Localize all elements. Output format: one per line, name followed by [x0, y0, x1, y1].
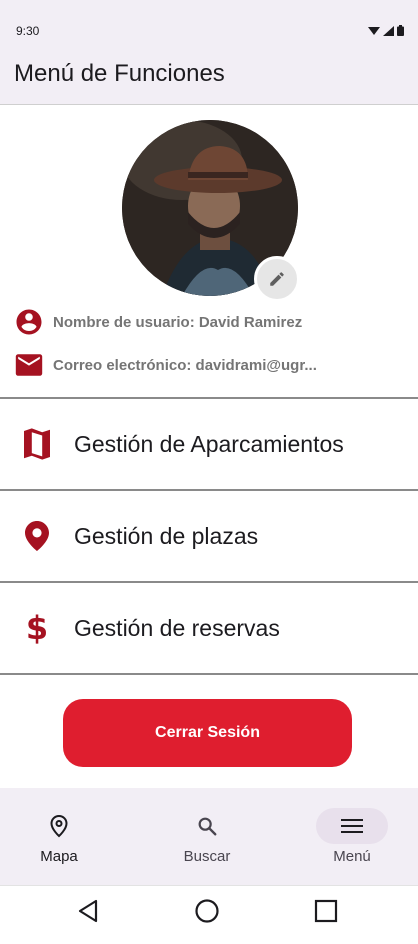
status-time: 9:30	[16, 24, 40, 38]
divider	[0, 673, 418, 675]
menu-item-label: Gestión de plazas	[74, 522, 259, 549]
recents-icon[interactable]	[311, 896, 341, 926]
menu-item-reservations-management[interactable]: $ Gestión de reservas	[0, 581, 418, 673]
system-navigation-bar	[0, 885, 418, 944]
logout-button[interactable]: Cerrar Sesión	[63, 699, 352, 767]
email-text: Correo electrónico: davidrami@ugr...	[53, 356, 317, 374]
email-row: Correo electrónico: davidrami@ugr...	[14, 353, 317, 377]
nav-item-menu[interactable]: Menú	[297, 808, 407, 865]
pencil-icon	[270, 272, 284, 286]
username-row: Nombre de usuario: David Ramirez	[14, 307, 302, 337]
app-bar: Menú de Funciones	[0, 48, 418, 105]
menu-item-label: Gestión de Aparcamientos	[74, 430, 344, 457]
dollar-icon: $	[25, 609, 49, 647]
search-icon	[171, 808, 243, 844]
nav-label: Menú	[333, 848, 371, 865]
location-pin-icon	[0, 521, 74, 551]
status-icons	[368, 25, 404, 36]
nav-label: Mapa	[40, 848, 78, 865]
profile-avatar-container	[122, 120, 300, 302]
page-title: Menú de Funciones	[14, 60, 225, 87]
battery-icon	[397, 25, 404, 36]
nav-item-buscar[interactable]: Buscar	[152, 808, 262, 865]
signal-icon	[383, 25, 394, 36]
home-icon[interactable]	[192, 896, 222, 926]
map-icon	[0, 428, 74, 460]
wifi-icon	[368, 26, 380, 35]
location-pin-outline-icon	[23, 808, 95, 844]
menu-item-parking-management[interactable]: Gestión de Aparcamientos	[0, 397, 418, 489]
username-text: Nombre de usuario: David Ramirez	[53, 313, 303, 331]
account-circle-icon	[16, 309, 42, 335]
hamburger-menu-icon	[316, 808, 388, 844]
menu-item-label: Gestión de reservas	[74, 614, 280, 641]
nav-item-mapa[interactable]: Mapa	[4, 808, 114, 865]
menu-item-spaces-management[interactable]: Gestión de plazas	[0, 489, 418, 581]
bottom-navigation: Mapa Buscar Menú	[0, 788, 418, 885]
mail-icon	[15, 354, 43, 376]
edit-avatar-button[interactable]	[254, 256, 300, 302]
back-icon[interactable]	[73, 896, 103, 926]
nav-label: Buscar	[183, 848, 231, 865]
